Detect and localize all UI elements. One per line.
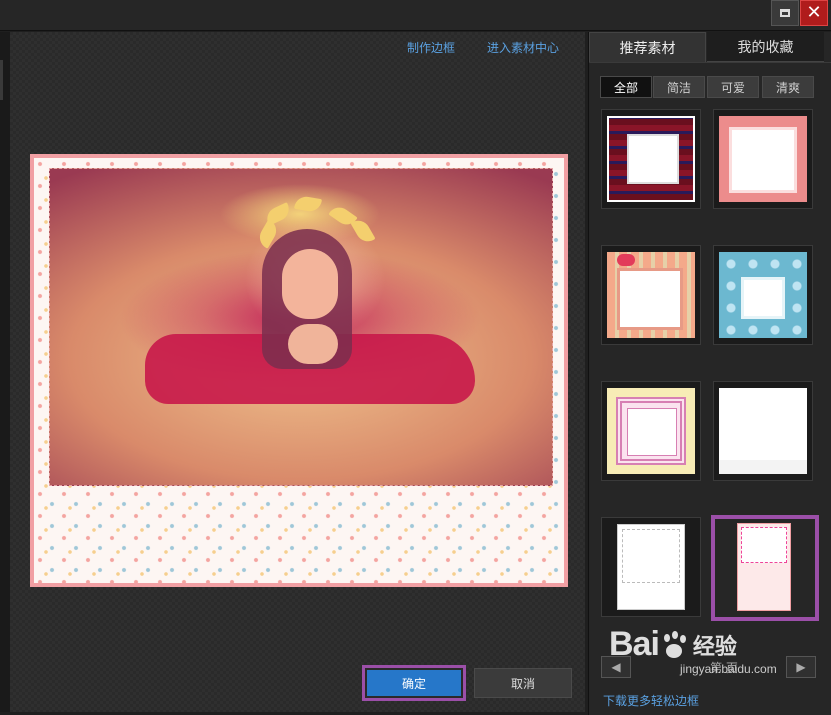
editor-canvas: 制作边框 进入素材中心 bbox=[10, 32, 585, 712]
cancel-button[interactable]: 取消 bbox=[474, 668, 572, 698]
filter-cute[interactable]: 可爱 bbox=[707, 76, 759, 98]
photo-hands bbox=[288, 324, 338, 364]
tab-favorites[interactable]: 我的收藏 bbox=[707, 32, 824, 62]
thumbnail-window bbox=[741, 277, 785, 319]
filter-simple[interactable]: 简洁 bbox=[653, 76, 705, 98]
thumbnail-white-lace-frame[interactable] bbox=[713, 381, 813, 481]
thumbnail-white-floral-frame[interactable] bbox=[601, 517, 701, 617]
preview-photo bbox=[49, 168, 553, 486]
maximize-button[interactable] bbox=[771, 0, 799, 26]
tab-recommended[interactable]: 推荐素材 bbox=[589, 32, 706, 62]
thumbnail-image bbox=[719, 388, 807, 474]
thumbnail-image bbox=[607, 388, 695, 474]
thumbnail-window bbox=[622, 529, 680, 583]
left-edge bbox=[0, 32, 10, 712]
thumbnail-image bbox=[607, 252, 695, 338]
baidu-watermark: Bai 经验 bbox=[609, 625, 737, 664]
paw-icon bbox=[661, 630, 687, 659]
thumbnail-blue-heart-frame[interactable] bbox=[713, 245, 813, 345]
thumbnail-window bbox=[729, 127, 797, 193]
photo-leaf bbox=[293, 194, 323, 214]
thumbnail-window bbox=[617, 268, 683, 330]
thumbnail-image bbox=[719, 116, 807, 202]
watermark-jingyan: 经验 bbox=[692, 634, 737, 660]
thumbnail-window-inner bbox=[627, 408, 677, 456]
thumbnail-image bbox=[617, 524, 685, 610]
thumbnail-window bbox=[627, 134, 679, 184]
filter-all[interactable]: 全部 bbox=[600, 76, 652, 98]
title-bar: ✕ bbox=[0, 0, 831, 31]
photo-leaf bbox=[350, 216, 376, 246]
make-border-link[interactable]: 制作边框 bbox=[407, 39, 455, 56]
maximize-icon bbox=[780, 9, 790, 17]
thumbnail-orange-stripe-frame[interactable] bbox=[601, 245, 701, 345]
watermark-url: jingyan.baidu.com bbox=[680, 662, 777, 676]
photo-face bbox=[282, 249, 338, 319]
thumbnail-yellow-pink-frame[interactable] bbox=[601, 381, 701, 481]
material-center-link[interactable]: 进入素材中心 bbox=[487, 39, 559, 56]
thumbnail-pink-flower-frame[interactable] bbox=[711, 515, 819, 621]
thumbnail-pink-simple-frame[interactable] bbox=[713, 109, 813, 209]
material-sidebar: 推荐素材 我的收藏 全部 简洁 可爱 清爽 ◀ 第 页 ▶ 下载更多轻松边框 bbox=[588, 32, 831, 715]
bow-decoration bbox=[617, 254, 635, 266]
next-page-button[interactable]: ▶ bbox=[786, 656, 816, 678]
thumbnail-image bbox=[607, 116, 695, 202]
filter-fresh[interactable]: 清爽 bbox=[762, 76, 814, 98]
close-icon: ✕ bbox=[806, 2, 822, 23]
thumbnail-image bbox=[719, 252, 807, 338]
tabs-divider bbox=[589, 62, 831, 63]
close-button[interactable]: ✕ bbox=[800, 0, 828, 26]
thumbnail-window bbox=[719, 388, 807, 460]
watermark-brand: Bai bbox=[609, 625, 660, 663]
thumbnail-red-plaid-frame[interactable] bbox=[601, 109, 701, 209]
thumbnail-image bbox=[737, 523, 791, 611]
thumbnail-window bbox=[741, 527, 787, 563]
download-more-link[interactable]: 下载更多轻松边框 bbox=[603, 692, 699, 709]
preview-frame bbox=[30, 154, 568, 587]
ok-button[interactable]: 确定 bbox=[362, 665, 466, 701]
edge-handle[interactable] bbox=[0, 60, 3, 100]
